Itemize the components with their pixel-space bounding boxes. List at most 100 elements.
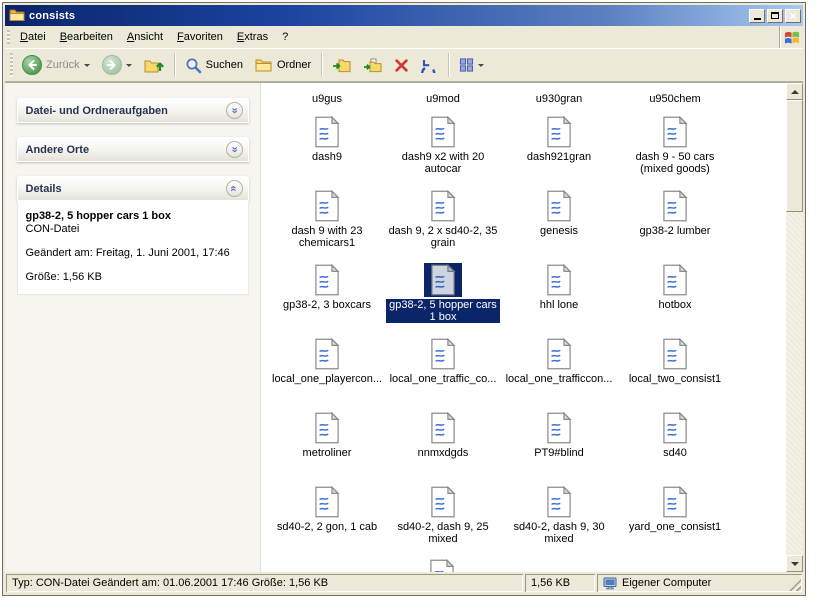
file-item-partial[interactable]: u950chem [617, 87, 733, 105]
forward-dropdown-icon[interactable] [126, 64, 132, 70]
file-item[interactable]: dash9 x2 with 20 autocar [385, 105, 501, 179]
undo-icon [421, 58, 438, 73]
file-item-partial[interactable]: u9gus [269, 87, 385, 105]
folders-button[interactable]: Ordner [249, 54, 317, 76]
section-title: Details [26, 183, 62, 195]
menu-ansicht[interactable]: Ansicht [120, 26, 170, 48]
folder-icon[interactable] [9, 8, 25, 24]
details-size: Größe: 1,56 KB [26, 271, 240, 284]
windows-logo-icon [779, 26, 803, 48]
file-item[interactable]: sd40-2, 2 gon, 1 cab [269, 475, 385, 549]
menu-help[interactable]: ? [275, 26, 295, 48]
file-item[interactable]: sd40-2, dash 9, 25 mixed [385, 475, 501, 549]
minimize-button[interactable] [749, 9, 765, 23]
section-title: Datei- und Ordneraufgaben [26, 105, 168, 117]
toolbar-grip[interactable] [10, 53, 13, 77]
menu-grip[interactable] [7, 30, 10, 44]
back-icon [22, 55, 42, 75]
views-dropdown-icon[interactable] [478, 64, 484, 70]
up-button[interactable] [138, 53, 170, 78]
file-label: sd40-2, dash 9, 25 mixed [386, 521, 500, 545]
menu-datei[interactable]: Datei [13, 26, 53, 48]
scrollbar-thumb[interactable] [786, 100, 803, 212]
file-item[interactable]: local_two_consist1 [617, 327, 733, 401]
back-label: Zurück [46, 59, 80, 71]
section-details[interactable]: Details » [17, 176, 249, 201]
file-item[interactable]: metroliner [269, 401, 385, 475]
file-item[interactable]: dash 9 with 23 chemicars1 [269, 179, 385, 253]
file-item-partial[interactable]: u930gran [501, 87, 617, 105]
file-item[interactable]: genesis [501, 179, 617, 253]
undo-button[interactable] [415, 54, 444, 77]
chevron-down-icon[interactable]: » [226, 102, 243, 119]
scroll-up-button[interactable] [786, 83, 803, 100]
document-icon [308, 263, 346, 297]
file-item[interactable]: hotbox [617, 253, 733, 327]
file-item[interactable]: yard_one_consist1 [617, 475, 733, 549]
section-other-places[interactable]: Andere Orte » [17, 137, 249, 162]
file-label: local_one_playercon... [270, 373, 384, 385]
file-item[interactable]: sd40 [617, 401, 733, 475]
file-item[interactable]: nnmxdgds [385, 401, 501, 475]
menu-bearbeiten[interactable]: Bearbeiten [53, 26, 120, 48]
document-icon [308, 411, 346, 445]
file-item[interactable]: gp38-2 lumber [617, 179, 733, 253]
file-label: hhl lone [538, 299, 581, 311]
file-label: hotbox [656, 299, 693, 311]
menu-favoriten[interactable]: Favoriten [170, 26, 230, 48]
file-label: metroliner [301, 447, 354, 459]
file-item[interactable]: local_one_trafficcon... [501, 327, 617, 401]
file-item[interactable]: dash921gran [501, 105, 617, 179]
file-item[interactable]: local_one_traffic_co... [385, 327, 501, 401]
document-icon [308, 485, 346, 519]
up-folder-icon [144, 57, 164, 74]
file-item[interactable]: dash 9, 2 x sd40-2, 35 grain [385, 179, 501, 253]
file-item[interactable]: local_one_playercon... [269, 327, 385, 401]
file-item[interactable]: gp38-2, 3 boxcars [269, 253, 385, 327]
views-icon [459, 58, 474, 72]
menu-bar: Datei Bearbeiten Ansicht Favoriten Extra… [5, 26, 803, 49]
file-item[interactable]: dash 9 - 50 cars (mixed goods) [617, 105, 733, 179]
menu-extras[interactable]: Extras [230, 26, 275, 48]
document-icon [656, 337, 694, 371]
status-location: Eigener Computer [597, 574, 802, 592]
back-button[interactable]: Zurück [16, 51, 96, 79]
back-dropdown-icon[interactable] [84, 64, 90, 70]
scrollbar-track[interactable] [786, 100, 803, 555]
resize-grip[interactable] [789, 579, 801, 591]
search-button[interactable]: Suchen [179, 53, 249, 78]
maximize-button[interactable] [767, 9, 783, 23]
file-item-partial-bottom[interactable] [427, 559, 457, 572]
file-label: dash 9 - 50 cars (mixed goods) [618, 151, 732, 175]
chevron-down-icon[interactable]: » [226, 141, 243, 158]
copy-to-button[interactable] [357, 54, 388, 77]
file-item-partial[interactable]: u9mod [385, 87, 501, 105]
file-label: u950chem [647, 93, 702, 105]
document-icon [540, 263, 578, 297]
vertical-scrollbar[interactable] [786, 83, 803, 572]
file-item[interactable]: dash9 [269, 105, 385, 179]
toolbar-separator [174, 53, 175, 77]
file-item[interactable]: PT9#blind [501, 401, 617, 475]
document-icon [656, 115, 694, 149]
file-item[interactable]: gp38-2, 5 hopper cars 1 box [385, 253, 501, 327]
move-to-button[interactable] [326, 54, 357, 77]
views-button[interactable] [453, 54, 490, 76]
section-file-folder-tasks[interactable]: Datei- und Ordneraufgaben » [17, 98, 249, 123]
status-size: 1,56 KB [525, 574, 595, 592]
close-button[interactable]: × [785, 9, 801, 23]
document-icon [540, 337, 578, 371]
file-label: sd40 [661, 447, 689, 459]
delete-button[interactable] [388, 54, 415, 77]
scroll-down-button[interactable] [786, 555, 803, 572]
file-item[interactable]: hhl lone [501, 253, 617, 327]
content-area: Datei- und Ordneraufgaben » Andere Orte … [5, 82, 803, 572]
chevron-up-icon[interactable]: » [226, 180, 243, 197]
file-item[interactable]: sd40-2, dash 9, 30 mixed [501, 475, 617, 549]
document-icon [656, 189, 694, 223]
forward-button[interactable] [96, 51, 138, 79]
title-bar: consists × [5, 5, 803, 26]
file-list-area[interactable]: u9gusu9modu930gran u950chem dash9 dash9 x… [261, 83, 786, 572]
file-label: local_one_traffic_co... [388, 373, 499, 385]
details-file-type: CON-Datei [26, 223, 240, 236]
